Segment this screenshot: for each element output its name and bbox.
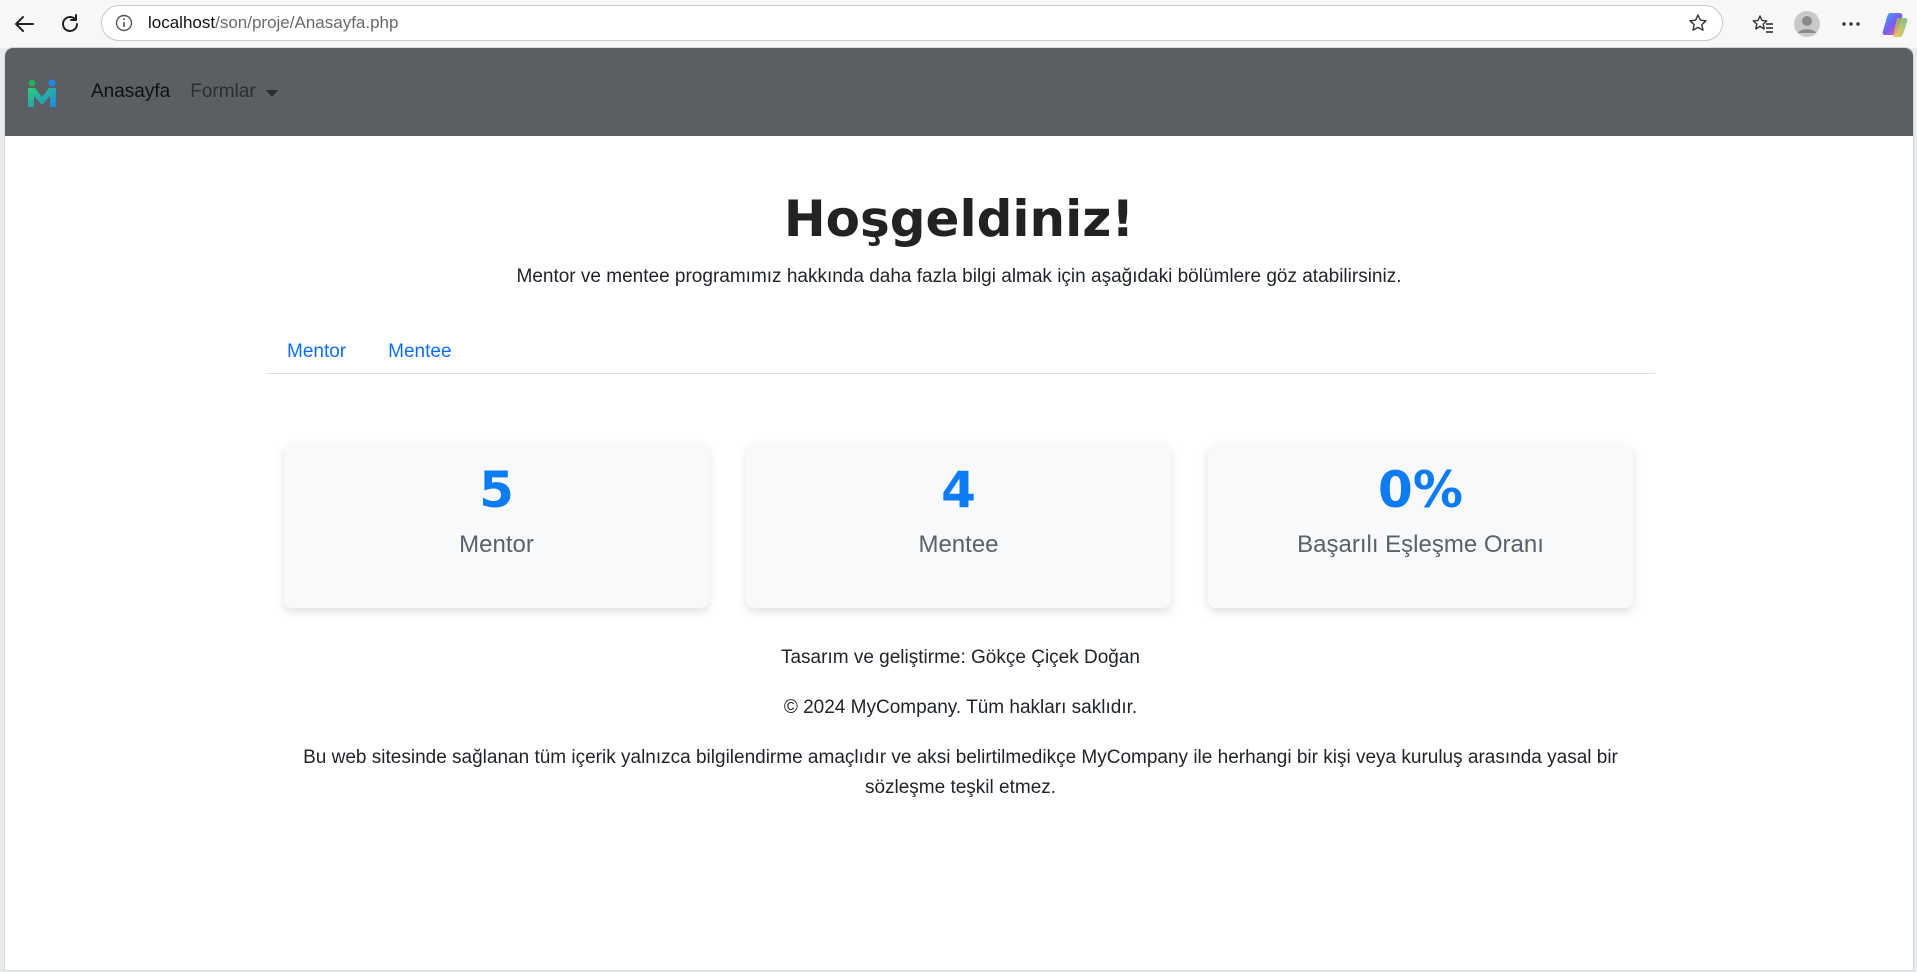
url-host: localhost xyxy=(148,13,216,32)
site-navbar: Anasayfa Formlar xyxy=(5,48,1913,136)
tab-mentor[interactable]: Mentor xyxy=(266,330,367,373)
brand-logo-icon[interactable] xyxy=(25,75,59,109)
nav-home-link[interactable]: Anasayfa xyxy=(91,81,170,103)
stat-label: Mentee xyxy=(918,530,999,558)
stat-value: 0% xyxy=(1378,461,1463,519)
stat-label: Başarılı Eşleşme Oranı xyxy=(1297,530,1544,558)
tab-mentee[interactable]: Mentee xyxy=(367,330,472,373)
footer-credit: Tasarım ve geliştirme: Gökçe Çiçek Doğan xyxy=(780,647,1140,668)
browser-toolbar: localhost/son/proje/Anasayfa.php xyxy=(0,0,1917,48)
reload-icon[interactable] xyxy=(48,2,92,46)
copilot-icon[interactable] xyxy=(1873,2,1917,46)
caret-down-icon xyxy=(265,89,278,97)
main-content: Hoşgeldiniz! Mentor ve mentee programımı… xyxy=(5,136,1913,288)
page-footer: Tasarım ve geliştirme: Gökçe Çiçek Doğan… xyxy=(266,643,1655,823)
stats-cards: 5 Mentor 4 Mentee 0% Başarılı Eşleşme Or… xyxy=(284,444,1633,608)
favorite-star-icon[interactable] xyxy=(1686,11,1710,35)
nav-forms-label: Formlar xyxy=(190,81,256,102)
profile-avatar-icon[interactable] xyxy=(1785,2,1829,46)
stat-value: 4 xyxy=(941,461,976,519)
favorites-icon[interactable] xyxy=(1741,2,1785,46)
stat-card-match-rate: 0% Başarılı Eşleşme Oranı xyxy=(1208,444,1633,608)
stat-label: Mentor xyxy=(459,530,534,558)
nav-forms-dropdown[interactable]: Formlar xyxy=(190,81,278,103)
more-menu-icon[interactable] xyxy=(1829,2,1873,46)
url-path: /son/proje/Anasayfa.php xyxy=(215,13,399,32)
page-subtitle: Mentor ve mentee programımız hakkında da… xyxy=(516,266,1402,287)
stat-value: 5 xyxy=(479,461,514,519)
site-info-icon[interactable] xyxy=(112,11,136,35)
stat-card-mentor: 5 Mentor xyxy=(284,444,709,608)
footer-copyright: © 2024 MyCompany. Tüm hakları saklıdır. xyxy=(783,697,1138,718)
stat-card-mentee: 4 Mentee xyxy=(746,444,1171,608)
section-tabs: Mentor Mentee xyxy=(266,330,1655,374)
footer-disclaimer: Bu web sitesinde sağlanan tüm içerik yal… xyxy=(303,747,1618,798)
page-viewport: Anasayfa Formlar Hoşgeldiniz! Mentor ve … xyxy=(5,48,1913,970)
page-title: Hoşgeldiniz! xyxy=(783,190,1135,248)
back-icon[interactable] xyxy=(2,2,46,46)
address-bar[interactable]: localhost/son/proje/Anasayfa.php xyxy=(101,5,1723,41)
url-text: localhost/son/proje/Anasayfa.php xyxy=(148,13,398,33)
